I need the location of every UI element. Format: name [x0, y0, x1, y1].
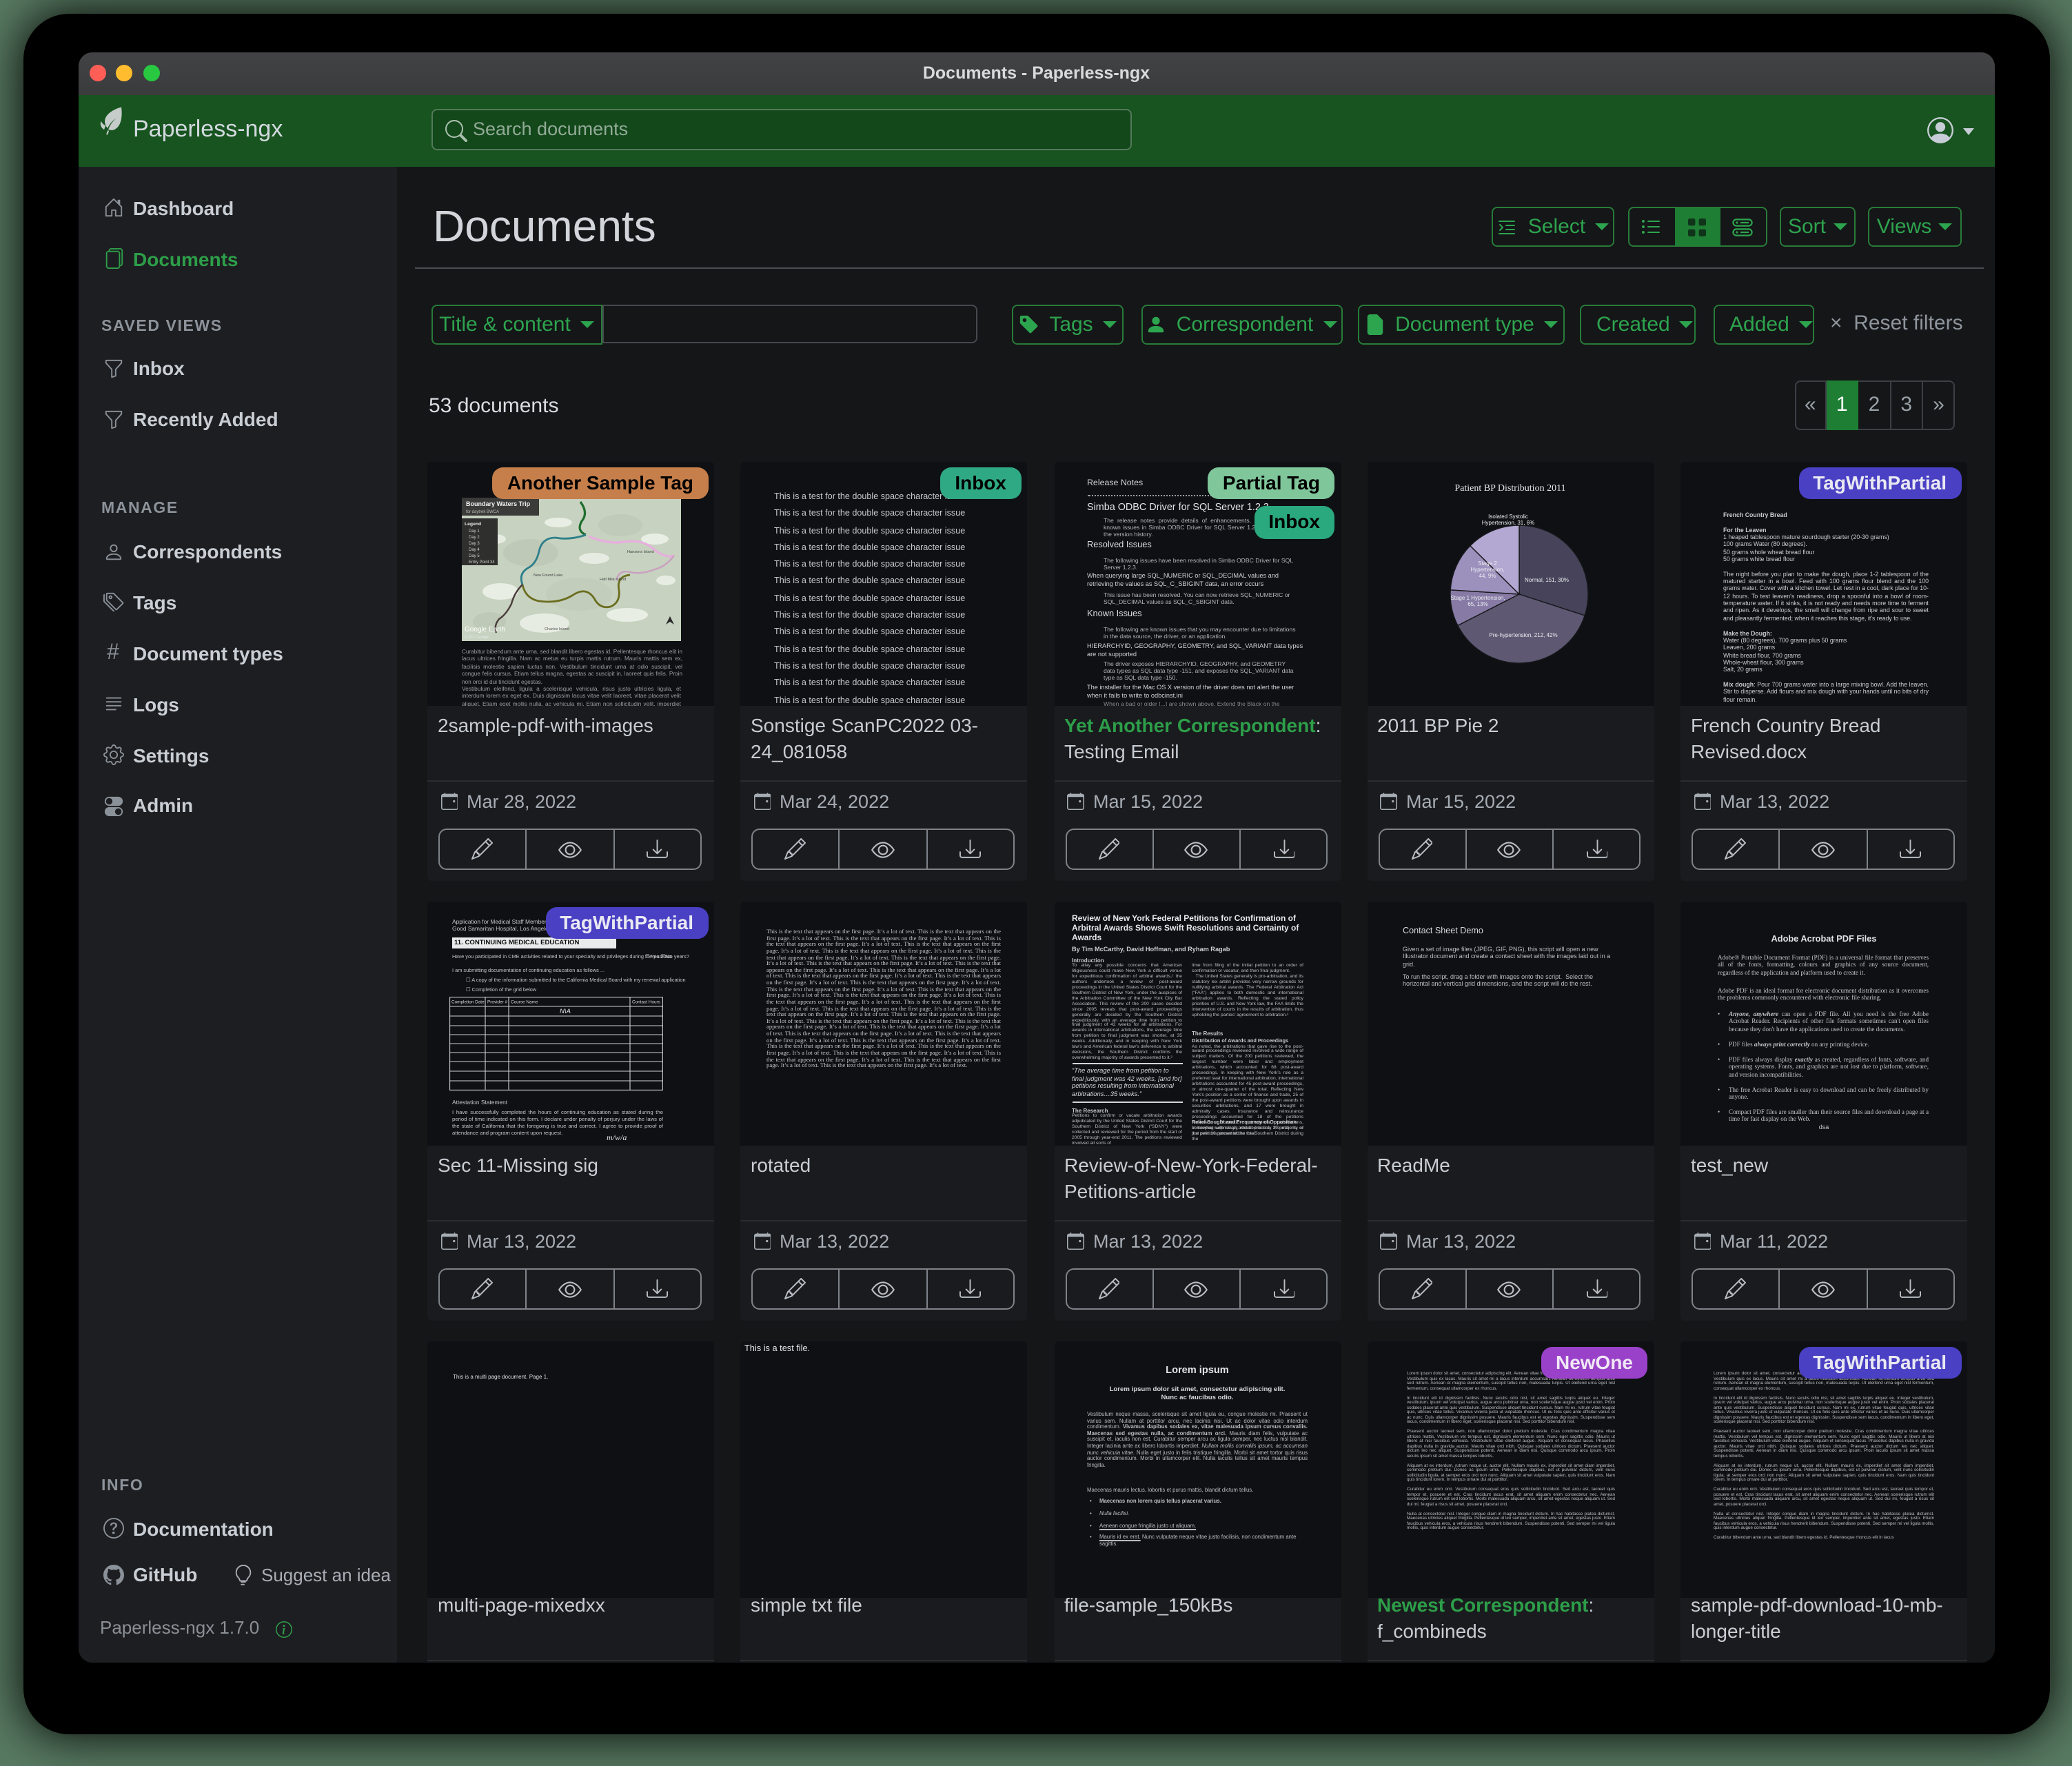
svg-text:Hansons Island: Hansons Island [627, 550, 654, 554]
svg-text:Completion Date: Completion Date [451, 1000, 485, 1005]
svg-text:Charles Island: Charles Island [545, 627, 569, 631]
svg-text:© 2021 Google: © 2021 Google [465, 635, 489, 640]
svg-text:Contact Hours: Contact Hours [632, 1000, 660, 1005]
svg-text:N\A: N\A [560, 1008, 571, 1015]
svg-text:65, 13%: 65, 13% [1467, 601, 1487, 607]
svg-text:Google Earth: Google Earth [465, 626, 505, 633]
svg-text:Half Mile Island: Half Mile Island [600, 578, 626, 582]
svg-text:Stage 2: Stage 2 [1477, 560, 1496, 567]
svg-text:Isolated Systolic: Isolated Systolic [1487, 514, 1527, 520]
svg-text:Day 5: Day 5 [469, 554, 480, 558]
svg-text:Hypertension,: Hypertension, [1470, 567, 1503, 573]
svg-text:Stage 1 Hypertension,: Stage 1 Hypertension, [1450, 595, 1504, 601]
svg-text:New Found Lake: New Found Lake [534, 574, 562, 578]
svg-text:Provider #: Provider # [487, 1000, 508, 1005]
svg-text:Pre-hypertension, 212, 42%: Pre-hypertension, 212, 42% [1488, 632, 1556, 638]
svg-text:Course Name: Course Name [511, 1000, 538, 1005]
svg-text:44, 9%: 44, 9% [1479, 573, 1496, 579]
svg-text:Legend: Legend [465, 522, 481, 527]
svg-text:for daytrek BWCA: for daytrek BWCA [466, 510, 499, 514]
svg-text:Day 1: Day 1 [469, 529, 480, 534]
svg-text:Day 4: Day 4 [469, 548, 480, 552]
svg-text:Boundary Waters Trip: Boundary Waters Trip [466, 500, 531, 507]
svg-text:Day 2: Day 2 [469, 536, 480, 540]
svg-text:Day 3: Day 3 [469, 542, 480, 546]
svg-text:Hypertension, 31, 6%: Hypertension, 31, 6% [1481, 520, 1534, 526]
svg-text:Entry Point 34: Entry Point 34 [469, 560, 495, 565]
svg-text:Normal, 151, 30%: Normal, 151, 30% [1524, 577, 1568, 583]
